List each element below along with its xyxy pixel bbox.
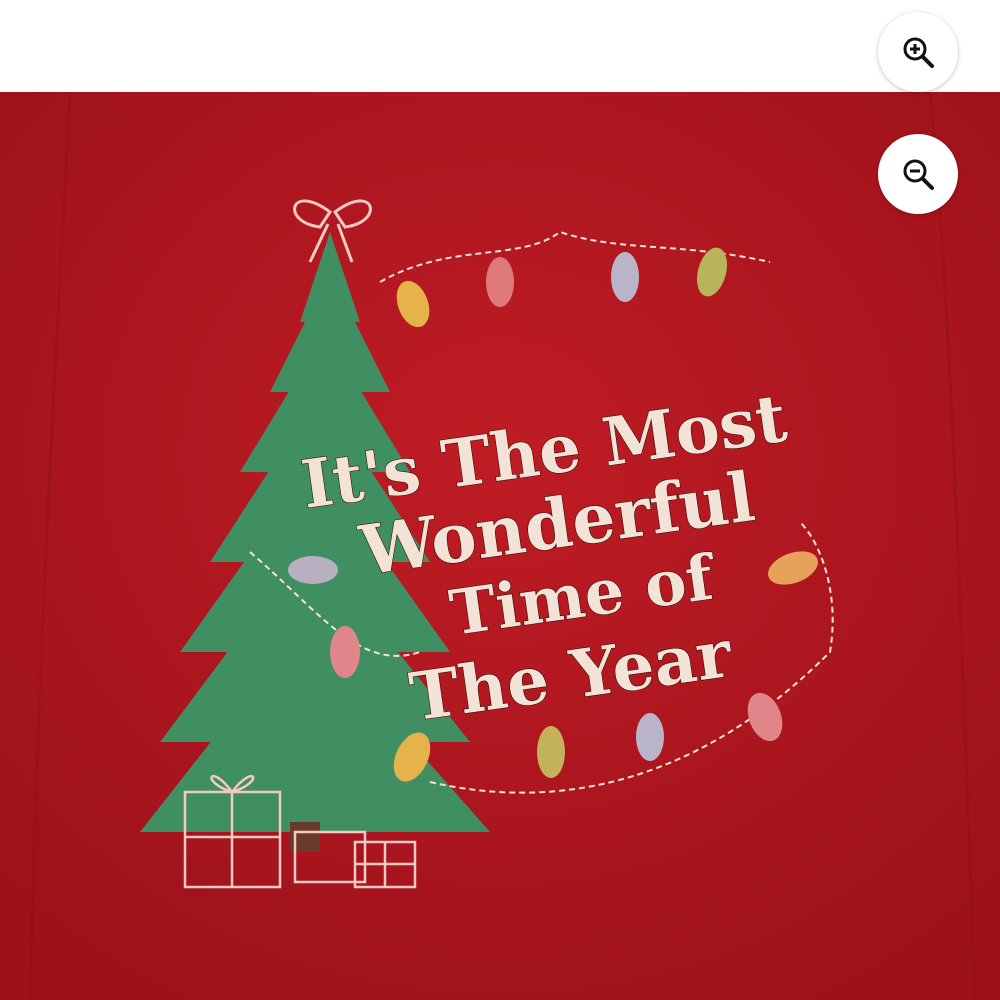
magnifier-plus-icon: [903, 37, 934, 68]
magnifier-minus-icon: [903, 159, 934, 190]
zoom-in-button[interactable]: [878, 12, 958, 92]
sweater-graphic: It's The Most Wonderful Time of The Year: [0, 92, 1000, 1000]
product-image-viewer: It's The Most Wonderful Time of The Year: [0, 0, 1000, 1000]
product-image[interactable]: It's The Most Wonderful Time of The Year: [0, 92, 1000, 1000]
zoom-out-button[interactable]: [878, 134, 958, 214]
